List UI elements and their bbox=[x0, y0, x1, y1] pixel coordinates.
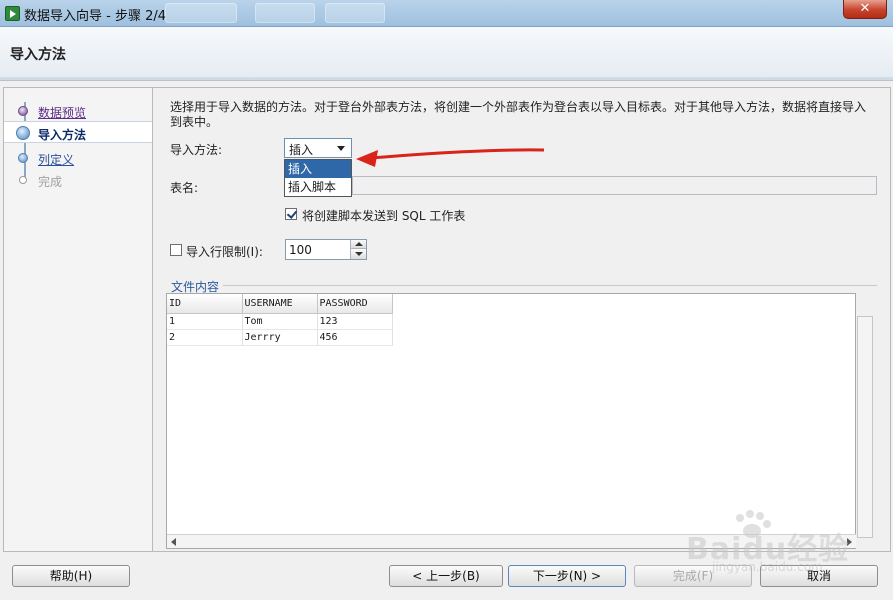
page-title: 导入方法 bbox=[10, 47, 66, 63]
table-cell: 456 bbox=[317, 329, 393, 346]
back-button[interactable]: < 上一步(B) bbox=[389, 565, 503, 587]
import-method-value: 插入 bbox=[289, 143, 314, 157]
step-data-preview[interactable]: 数据预览 bbox=[4, 100, 152, 122]
step-current-icon bbox=[16, 126, 30, 140]
send-script-checkbox[interactable] bbox=[285, 208, 297, 220]
help-button[interactable]: 帮助(H) bbox=[12, 565, 130, 587]
step-label: 导入方法 bbox=[38, 128, 87, 142]
step-label: 列定义 bbox=[38, 153, 75, 167]
row-limit-value: 100 bbox=[289, 243, 312, 257]
import-method-dropdown-list: 插入 插入脚本 bbox=[284, 159, 352, 197]
step-label: 数据预览 bbox=[38, 106, 87, 120]
step-finish: 完成 bbox=[4, 169, 152, 191]
data-table: ID USERNAME PASSWORD 1 Tom 123 2 Jerrry … bbox=[167, 294, 393, 346]
column-header-username[interactable]: USERNAME bbox=[242, 294, 318, 314]
table-row[interactable]: 1 Tom 123 bbox=[167, 313, 393, 330]
next-button[interactable]: 下一步(N) > bbox=[508, 565, 626, 587]
description-text: 选择用于导入数据的方法。对于登台外部表方法，将创建一个外部表作为登台表以导入目标… bbox=[170, 100, 867, 129]
dropdown-option-insert[interactable]: 插入 bbox=[285, 160, 351, 178]
column-header-password[interactable]: PASSWORD bbox=[317, 294, 393, 314]
column-header-id[interactable]: ID bbox=[167, 294, 243, 314]
row-limit-checkbox[interactable] bbox=[170, 244, 182, 256]
wizard-steps-panel: 数据预览 导入方法 列定义 完成 bbox=[3, 87, 153, 552]
step-future-icon bbox=[19, 176, 27, 184]
close-button[interactable]: ✕ bbox=[843, 0, 887, 19]
header-divider bbox=[0, 77, 893, 80]
table-name-label: 表名: bbox=[170, 181, 199, 195]
table-cell: 123 bbox=[317, 313, 393, 330]
app-icon bbox=[5, 6, 20, 21]
chevron-down-icon bbox=[337, 146, 345, 151]
step-label: 完成 bbox=[38, 175, 63, 189]
dropdown-option-insert-script[interactable]: 插入脚本 bbox=[285, 178, 351, 196]
window-title: 数据导入向导 - 步骤 2/4 bbox=[24, 9, 167, 24]
taskbar-thumbnails bbox=[165, 3, 395, 23]
taskbar-thumbnail bbox=[325, 3, 385, 23]
import-method-select[interactable]: 插入 bbox=[284, 138, 352, 158]
step-completed-icon bbox=[18, 106, 28, 116]
table-cell: 1 bbox=[167, 313, 243, 330]
spin-up-button[interactable] bbox=[351, 240, 366, 249]
spin-down-button[interactable] bbox=[351, 250, 366, 259]
vertical-scrollbar[interactable] bbox=[857, 316, 873, 538]
scroll-left-icon[interactable] bbox=[171, 538, 176, 546]
spinner-buttons bbox=[350, 240, 366, 259]
table-cell: 2 bbox=[167, 329, 243, 346]
watermark-url: jingyan.baidu.com bbox=[712, 560, 823, 574]
row-limit-spinner[interactable]: 100 bbox=[285, 239, 367, 260]
taskbar-thumbnail bbox=[165, 3, 237, 23]
baidu-watermark: Baidu经验 jingyan.baidu.com bbox=[682, 510, 882, 590]
table-name-field[interactable] bbox=[352, 176, 877, 195]
wizard-header: 导入方法 bbox=[0, 27, 893, 81]
table-cell: Tom bbox=[242, 313, 318, 330]
step-import-method[interactable]: 导入方法 bbox=[4, 121, 152, 143]
step-pending-icon bbox=[18, 153, 28, 163]
table-cell: Jerrry bbox=[242, 329, 318, 346]
send-script-label: 将创建脚本发送到 SQL 工作表 bbox=[302, 209, 466, 223]
taskbar-thumbnail bbox=[255, 3, 315, 23]
import-method-label: 导入方法: bbox=[170, 143, 223, 157]
group-divider bbox=[223, 285, 877, 286]
row-limit-label: 导入行限制(I): bbox=[186, 245, 263, 259]
table-row[interactable]: 2 Jerrry 456 bbox=[167, 329, 393, 346]
window-titlebar: 数据导入向导 - 步骤 2/4 ✕ bbox=[0, 0, 893, 27]
step-column-definition[interactable]: 列定义 bbox=[4, 147, 152, 169]
table-header-row: ID USERNAME PASSWORD bbox=[167, 294, 393, 314]
main-panel: 选择用于导入数据的方法。对于登台外部表方法，将创建一个外部表作为登台表以导入目标… bbox=[153, 87, 891, 552]
